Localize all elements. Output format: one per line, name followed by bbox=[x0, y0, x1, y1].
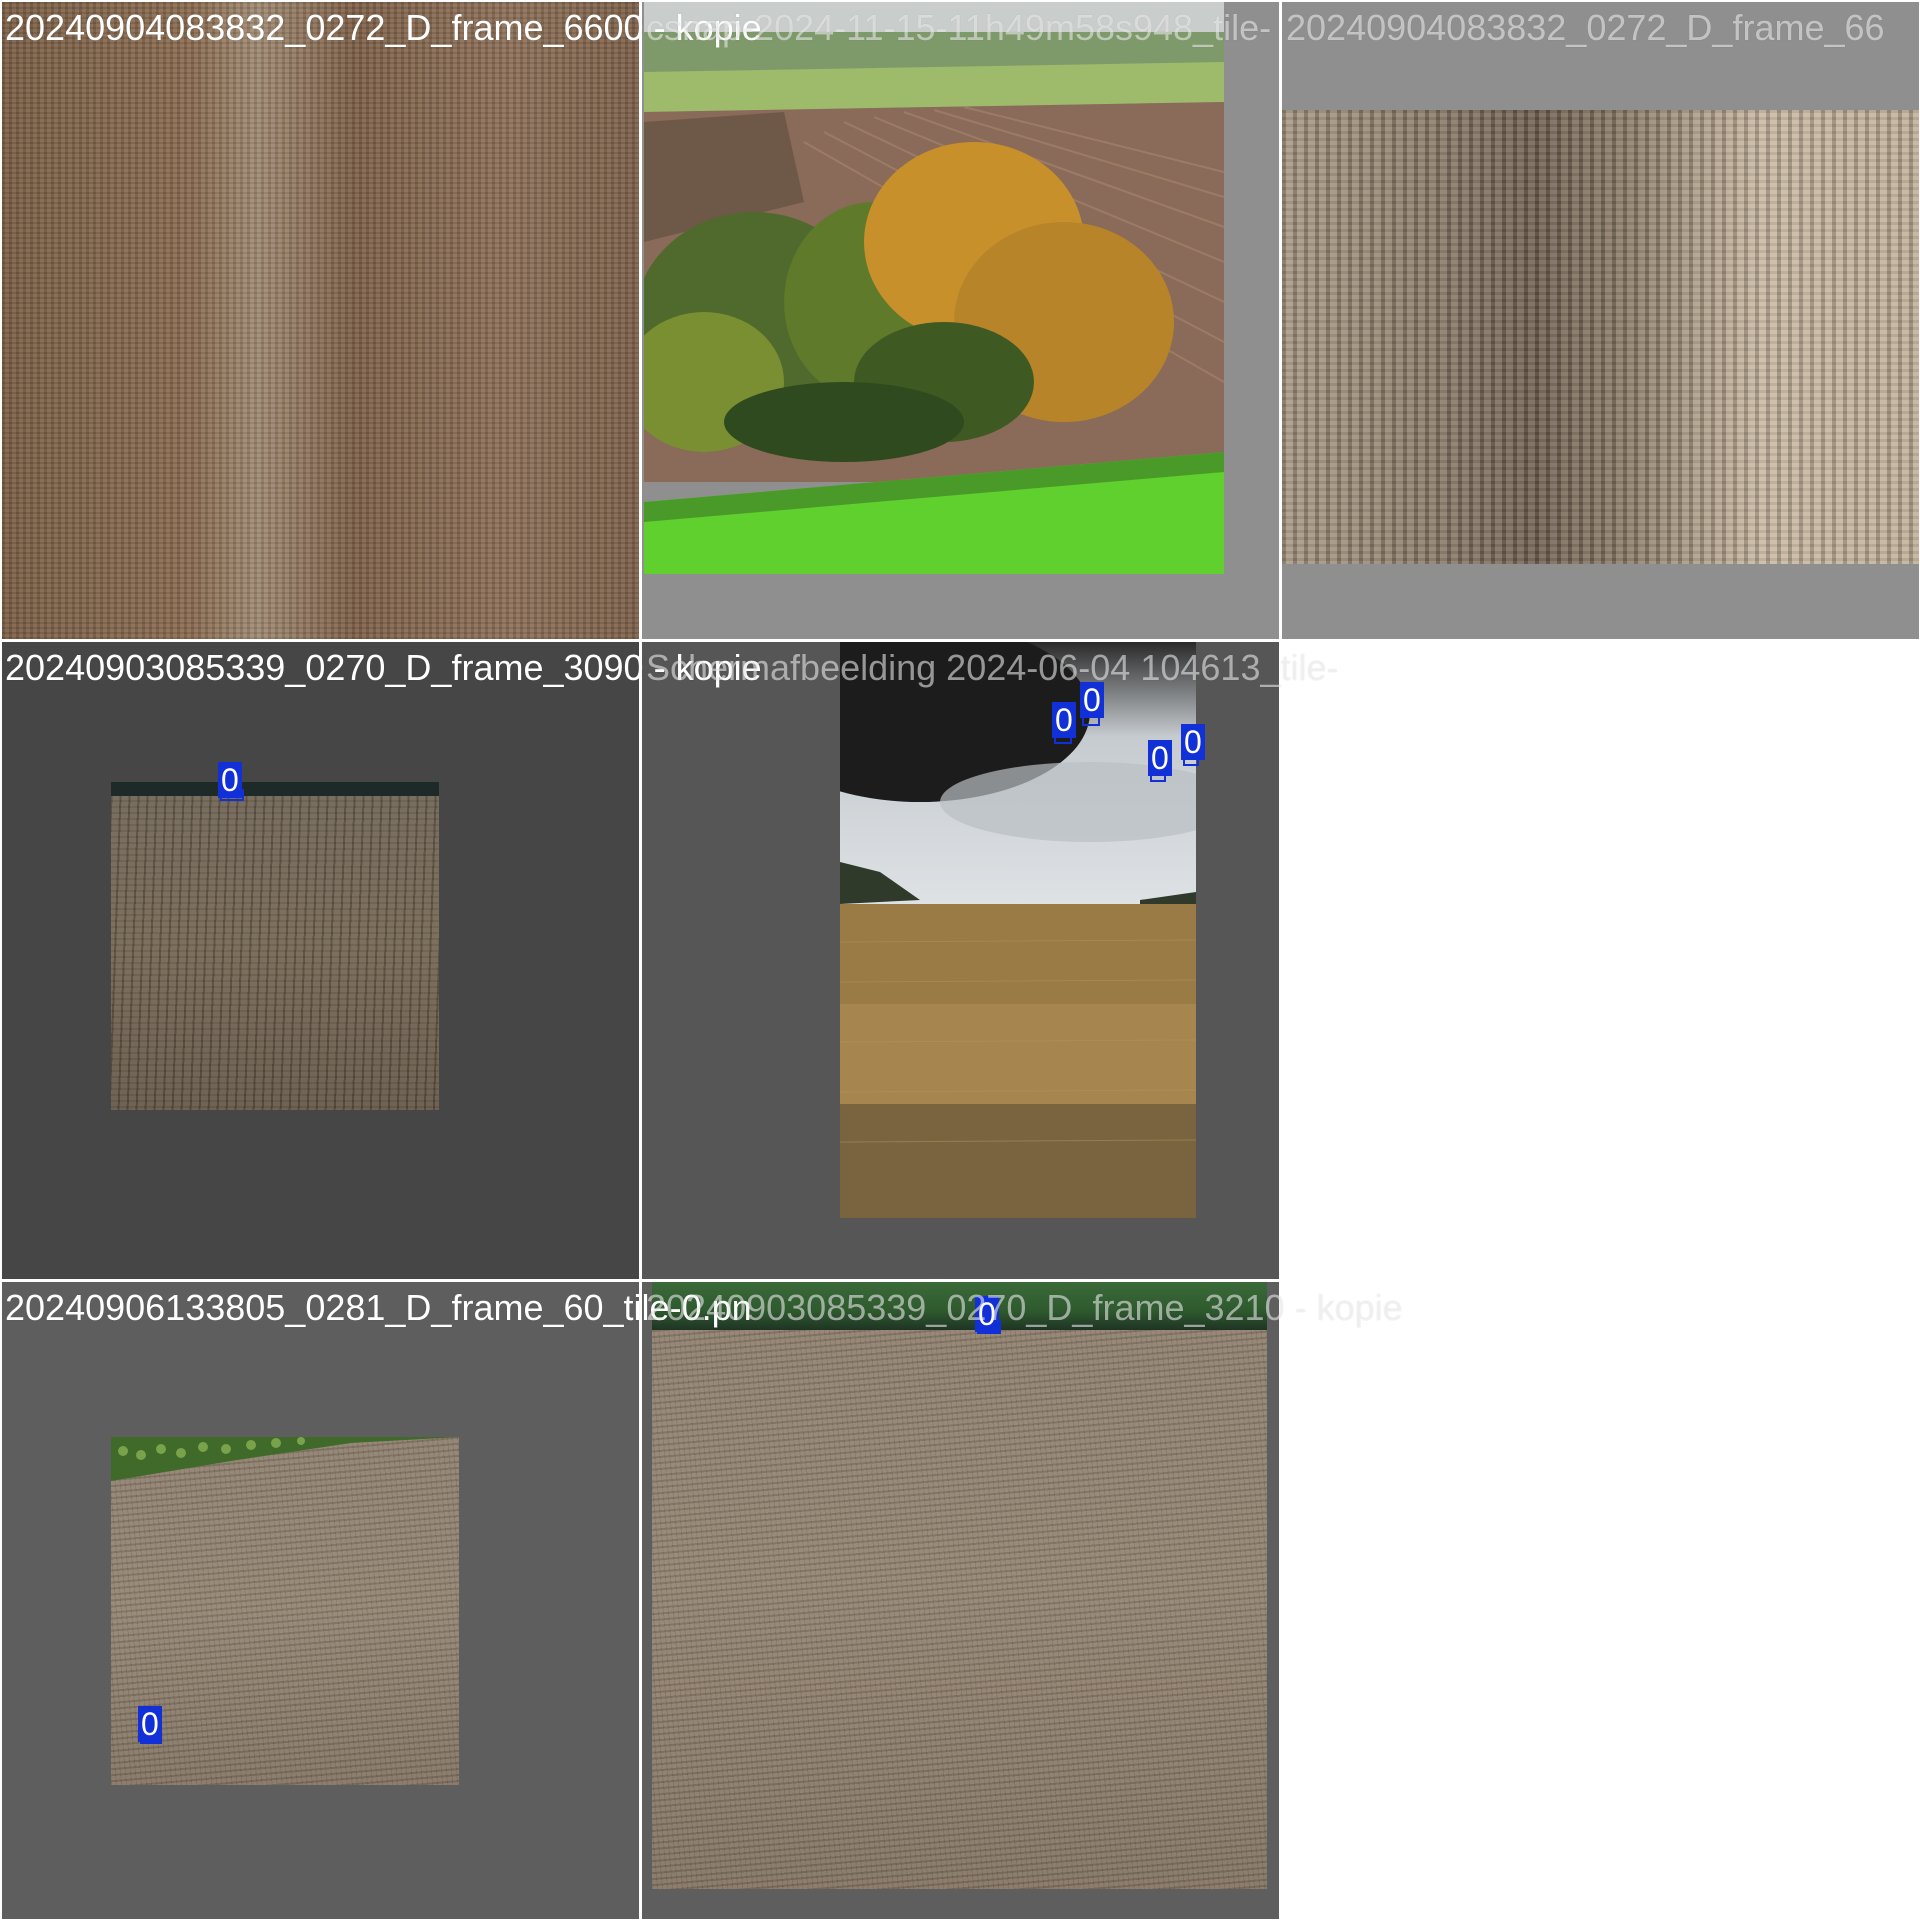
grid-divider bbox=[0, 1279, 1282, 1282]
mosaic-tile-2 bbox=[642, 2, 1279, 639]
grid-divider bbox=[1279, 0, 1282, 642]
mosaic-tile-8: 0 bbox=[642, 1282, 1279, 1919]
grid-divider bbox=[0, 639, 1282, 642]
tile-title: 20240903085339_0270_D_frame_3210 - kopie bbox=[646, 1287, 1403, 1328]
detection-label: 0 bbox=[138, 1706, 162, 1742]
aerial-crop-rows-photo bbox=[1282, 110, 1919, 564]
detection-label: 0 bbox=[218, 762, 242, 798]
detection-label: 0 bbox=[1052, 702, 1076, 738]
aerial-field-photo bbox=[2, 2, 639, 639]
tile-title: Schermafbeelding 2024-06-04 104613_tile- bbox=[646, 647, 1339, 688]
crop-edge bbox=[111, 1437, 459, 1481]
tile-title: 20240904083832_0272_D_frame_66 bbox=[1286, 7, 1885, 48]
treeline-strip bbox=[111, 782, 439, 796]
sky-field-illustration bbox=[840, 642, 1196, 1218]
mosaic-tile-5: 0 0 0 0 bbox=[642, 642, 1279, 1279]
mosaic-tile-4: 0 bbox=[2, 642, 639, 1279]
tile-title: csnap-2024-11-15-11h49m58s948_tile- bbox=[646, 7, 1272, 48]
detection-label: 0 bbox=[1148, 740, 1172, 776]
mosaic-tile-3 bbox=[1282, 2, 1919, 639]
mosaic-tile-1 bbox=[2, 2, 639, 639]
wide-soil-field-photo bbox=[652, 1282, 1267, 1889]
plowed-field-photo bbox=[111, 782, 439, 1110]
landscape-illustration bbox=[644, 2, 1224, 574]
tile-title: 20240906133805_0281_D_frame_60_tile-0.pn bbox=[5, 1287, 752, 1328]
detection-label: 0 bbox=[1181, 724, 1205, 760]
sky-stubble-field-photo bbox=[840, 642, 1196, 1218]
mosaic-tile-7: 0 bbox=[2, 1282, 639, 1919]
landscape-trees-photo bbox=[644, 2, 1224, 574]
bare-soil-photo bbox=[111, 1437, 459, 1785]
grid-divider bbox=[639, 0, 642, 1920]
